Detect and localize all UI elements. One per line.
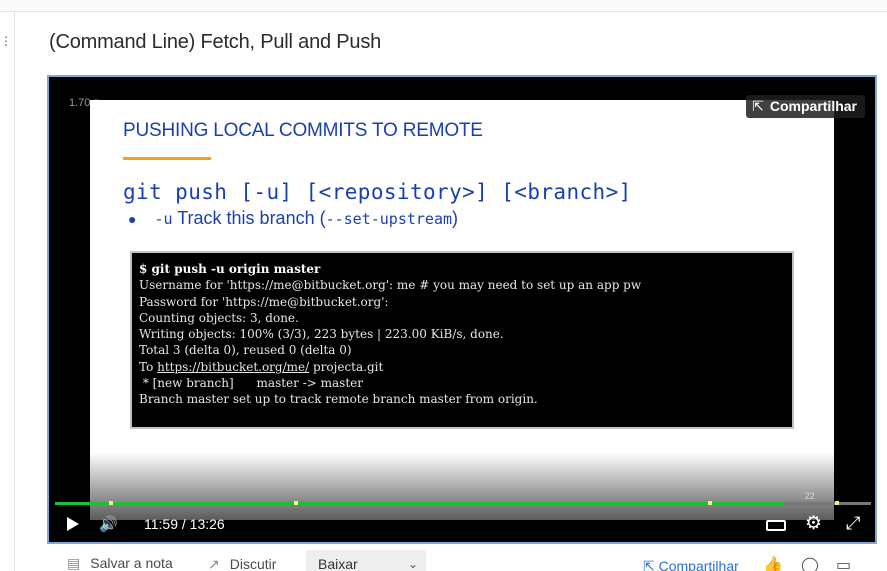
discuss-label: Discutir [229,556,277,571]
external-icon: ↗ [208,556,220,571]
progress-bar[interactable] [55,501,871,505]
play-icon[interactable] [67,517,79,531]
comment-icon[interactable]: ◯ [801,555,819,571]
terminal-to-suffix: projecta.git [309,359,384,374]
top-bar [0,0,887,12]
thumbs-up-icon[interactable]: 👍 [763,555,783,571]
terminal-to-prefix: To [139,359,158,374]
terminal-line: Total 3 (delta 0), reused 0 (delta 0) [139,343,352,358]
slide-heading: PUSHING LOCAL COMMITS TO REMOTE [123,120,483,141]
save-note-label: Salvar a nota [90,555,173,571]
save-note-button[interactable]: ▤ Salvar a nota [67,555,173,571]
cue-count-label: 22 [804,491,815,501]
share-link[interactable]: ⇱ Compartilhar [643,558,739,571]
bullet-dot-icon: ● [128,211,137,227]
cue-marker[interactable] [109,501,114,505]
download-label: Baixar [318,556,358,571]
lesson-title: (Command Line) Fetch, Pull and Push [49,31,382,53]
terminal-link: https://bitbucket.org/me/ [157,359,310,374]
terminal-line: Password for 'https://me@bitbucket.org': [139,294,389,309]
volume-icon[interactable]: 🔊 [99,515,118,533]
slide-bullet: ● -u Track this branch (--set-upstream) [128,208,458,229]
slide-command: git push [-u] [<repository>] [<branch>] [123,180,632,204]
slide-underline [123,157,211,160]
share-icon: ⇱ [643,558,659,571]
cue-marker[interactable] [834,501,839,505]
share-button[interactable]: ⇱ Compartilhar [746,95,865,118]
terminal-line: Branch master set up to track remote bra… [139,392,538,407]
duration: 13:26 [189,516,225,532]
bookmark-icon[interactable]: ▭ [836,555,851,571]
share-label: Compartilhar [769,98,857,114]
download-select[interactable]: Baixar ⌄ [306,550,426,571]
terminal-line: * [new branch] master -> master [139,376,363,391]
cue-marker[interactable] [293,501,298,505]
video-player[interactable]: 1.70 PUSHING LOCAL COMMITS TO REMOTE git… [47,75,877,544]
chevron-down-icon: ⌄ [407,557,418,571]
discuss-button[interactable]: ↗ Discutir [208,556,276,571]
more-icon[interactable]: ⋮ [0,34,12,48]
terminal-line: Username for 'https://me@bitbucket.org':… [139,278,642,293]
current-time: 11:59 [144,516,178,532]
lecture-toolbar: ▤ Salvar a nota ↗ Discutir Baixar ⌄ ⇱ Compa… [47,549,877,571]
bullet-close: ) [452,208,459,228]
captions-icon[interactable] [766,520,786,531]
terminal-to-line: To https://bitbucket.org/me/ projecta.gi… [139,359,785,375]
cue-marker[interactable] [708,501,713,505]
time-display: 11:59 / 13:26 [144,516,225,532]
page: ⋮ (Command Line) Fetch, Pull and Push 1.… [0,0,887,571]
bullet-text: Track this branch ( [172,208,326,228]
bullet-option: --set-upstream [325,210,453,228]
fullscreen-icon[interactable]: ⤢ [846,513,860,534]
progress-fill [55,502,783,505]
playback-speed[interactable]: 1.70 [69,97,90,109]
time-separator: / [181,516,186,532]
left-rail: ⋮ [0,12,15,571]
share-icon: ⇱ [752,98,764,114]
gear-icon[interactable]: ⚙ [805,512,822,535]
terminal-line: Writing objects: 100% (3/3), 223 bytes |… [139,327,504,342]
bullet-flag: -u [154,210,173,228]
terminal-line: Counting objects: 3, done. [139,310,299,325]
share-link-label: Compartilhar [658,558,739,571]
terminal-prompt-line: $ git push -u origin master [139,262,321,276]
terminal-output: $ git push -u origin master Username for… [130,251,794,429]
note-icon: ▤ [67,555,81,571]
